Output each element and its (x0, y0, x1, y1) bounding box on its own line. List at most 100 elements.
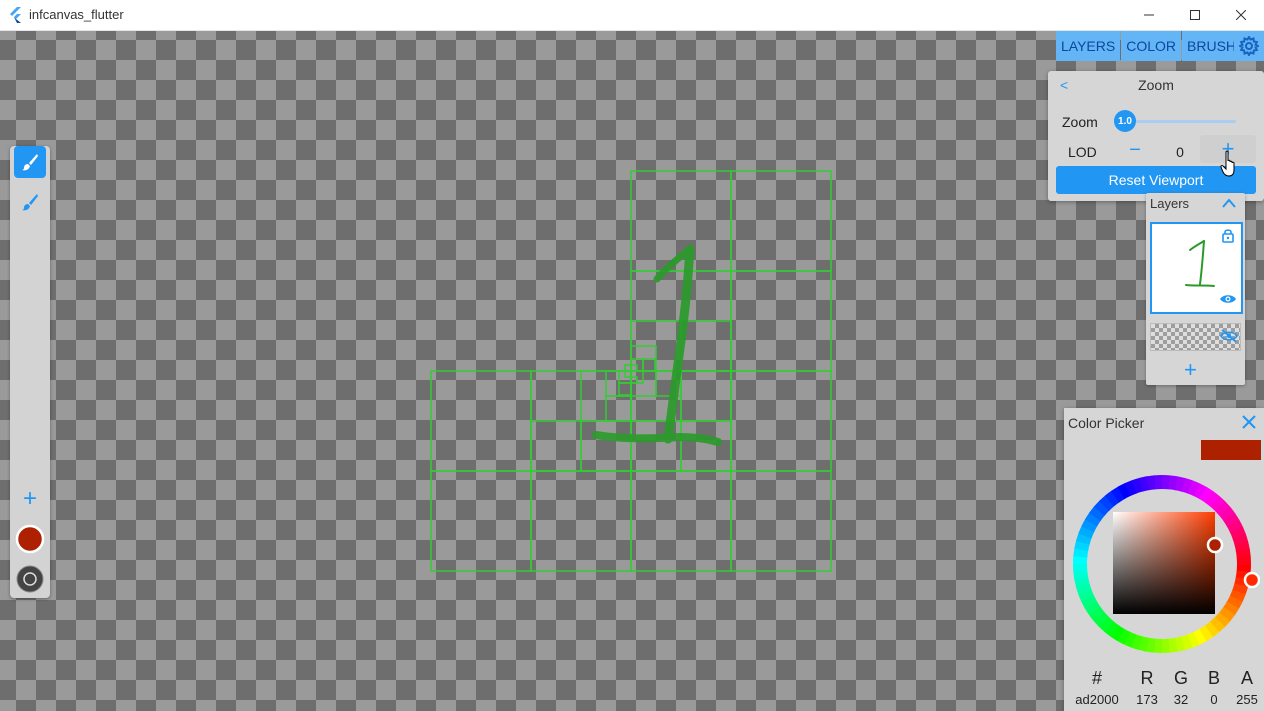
hue-segment (1199, 486, 1214, 504)
maximize-button[interactable] (1172, 0, 1218, 30)
hue-segment (1084, 512, 1102, 527)
window-title: infcanvas_flutter (29, 7, 124, 22)
close-button[interactable] (1218, 0, 1264, 30)
lock-icon[interactable] (1220, 227, 1236, 243)
sv-handle[interactable] (1206, 536, 1224, 554)
hue-segment (1229, 526, 1247, 540)
zoom-panel-title: Zoom (1138, 77, 1174, 93)
color-wheel[interactable] (1068, 466, 1260, 662)
brush-tool-button-active[interactable] (14, 146, 46, 178)
hue-segment (1219, 506, 1236, 522)
hue-segment (1186, 631, 1200, 649)
zoom-panel: Zoom < Zoom 1.0 LOD − 0 + Reset Viewport (1048, 71, 1264, 201)
a-header: A (1240, 668, 1253, 688)
close-icon (1236, 10, 1246, 20)
hue-segment (1116, 628, 1131, 645)
lod-value: 0 (1176, 144, 1184, 160)
hex-header: # (1092, 668, 1103, 688)
hue-segment (1223, 512, 1240, 528)
b-value[interactable]: 0 (1202, 692, 1226, 707)
hue-segment (1088, 606, 1105, 622)
layers-panel: Layers + (1146, 193, 1245, 385)
hue-segment (1187, 480, 1201, 497)
stroke-digit-one (592, 244, 722, 446)
hue-segment (1103, 620, 1120, 637)
g-value[interactable]: 32 (1169, 692, 1193, 707)
zoom-slider-track[interactable] (1124, 120, 1236, 123)
r-header: R (1140, 668, 1154, 688)
hue-segment (1192, 628, 1207, 646)
hue-segment (1124, 479, 1138, 497)
hue-segment (1075, 582, 1092, 595)
hue-segment (1226, 519, 1244, 534)
brush-tip-icon (16, 565, 44, 593)
hue-segment (1232, 533, 1249, 546)
add-brush-button[interactable]: + (14, 483, 46, 515)
a-value[interactable]: 255 (1235, 692, 1259, 707)
hue-segment (1214, 612, 1231, 628)
hue-segment (1073, 547, 1089, 558)
hue-segment (1084, 600, 1101, 616)
minimize-icon (1144, 14, 1154, 16)
hue-segment (1110, 486, 1126, 503)
hue-segment (1081, 518, 1098, 533)
minimize-button[interactable] (1126, 0, 1172, 30)
hex-value[interactable]: ad2000 (1072, 692, 1122, 707)
color-picker-title: Color Picker (1068, 415, 1145, 431)
add-layer-button[interactable]: + (1184, 357, 1197, 383)
hue-segment (1123, 631, 1137, 648)
hue-segment (1138, 476, 1151, 492)
brush-preview-button[interactable] (14, 563, 46, 595)
hue-segment (1074, 539, 1090, 552)
eye-off-icon[interactable] (1220, 329, 1238, 343)
hue-segment (1117, 482, 1132, 500)
hue-segment (1204, 621, 1220, 638)
color-picker-panel: Color Picker # R G B A ad2000 173 32 0 2… (1064, 408, 1264, 711)
hue-segment (1137, 636, 1150, 652)
chevron-up-icon[interactable] (1220, 195, 1238, 211)
tab-layers[interactable]: LAYERS (1056, 31, 1121, 61)
close-icon[interactable] (1240, 413, 1258, 431)
hue-segment (1235, 548, 1251, 559)
title-bar: infcanvas_flutter (0, 0, 1264, 31)
hue-segment (1077, 588, 1095, 602)
lod-decrease-button[interactable]: − (1126, 139, 1144, 161)
hue-segment (1110, 624, 1125, 642)
hue-segment (1168, 475, 1179, 491)
eye-icon[interactable] (1219, 292, 1237, 306)
layers-title: Layers (1150, 196, 1190, 211)
zoom-slider-thumb[interactable]: 1.0 (1114, 110, 1136, 132)
flutter-logo-icon (10, 7, 21, 23)
hue-segment (1074, 575, 1090, 588)
tab-color[interactable]: COLOR (1121, 31, 1182, 61)
hue-segment (1193, 483, 1208, 500)
brush-tool-button[interactable] (14, 186, 46, 218)
tab-brush[interactable]: BRUSH (1182, 31, 1242, 61)
hue-segment (1226, 595, 1243, 610)
hue-segment (1198, 625, 1214, 642)
hue-segment (1234, 576, 1250, 589)
lod-label: LOD (1068, 144, 1097, 160)
gear-icon (1239, 36, 1259, 56)
layer-item-2[interactable] (1150, 323, 1241, 351)
settings-button[interactable] (1234, 31, 1264, 61)
tile-grid (430, 170, 832, 572)
hue-segment (1173, 636, 1186, 652)
hue-segment (1099, 495, 1115, 512)
hue-segment (1098, 616, 1114, 633)
tool-rail: + (10, 146, 50, 598)
hand-cursor-icon (1220, 150, 1235, 177)
back-button[interactable]: < (1060, 77, 1068, 93)
hue-segment (1204, 491, 1221, 508)
layer-item-1[interactable] (1150, 222, 1243, 314)
current-color-button[interactable] (14, 523, 46, 555)
maximize-icon (1190, 10, 1200, 20)
hue-segment (1093, 611, 1110, 627)
hue-segment (1146, 475, 1157, 491)
hue-segment (1130, 634, 1143, 650)
current-color-swatch (1201, 440, 1261, 460)
r-value[interactable]: 173 (1135, 692, 1159, 707)
hue-segment (1181, 478, 1194, 494)
hue-handle[interactable] (1243, 571, 1260, 589)
brush-icon (22, 154, 38, 171)
